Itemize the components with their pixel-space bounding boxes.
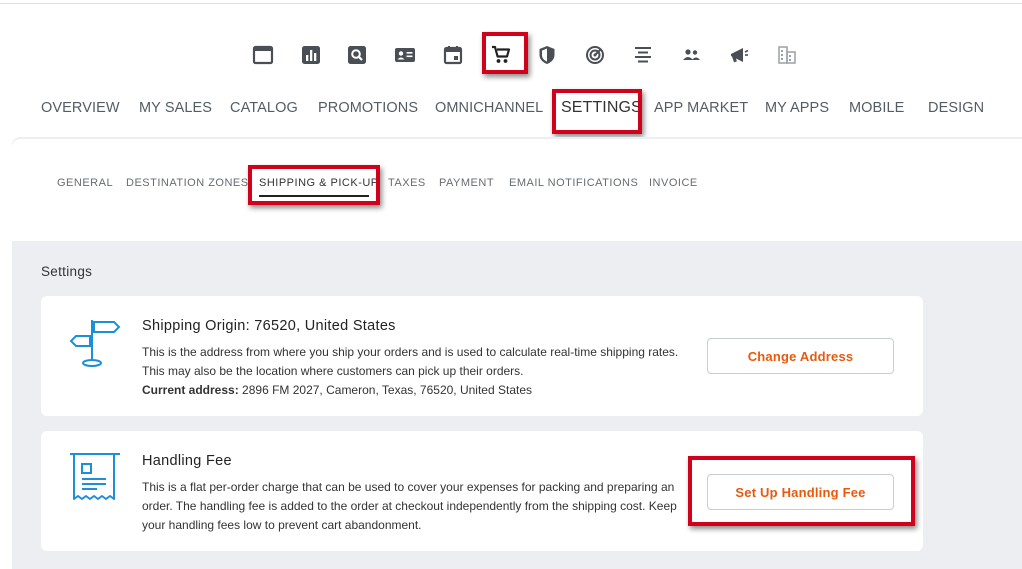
target-icon[interactable] — [578, 38, 612, 72]
nav-promotions[interactable]: PROMOTIONS — [318, 100, 418, 116]
subnav-invoice[interactable]: INVOICE — [649, 177, 698, 189]
settings-sub-nav: GENERAL DESTINATION ZONES SHIPPING & PIC… — [0, 177, 1022, 197]
shipping-origin-description: This is the address from where you ship … — [142, 343, 687, 400]
nav-app-market[interactable]: APP MARKET — [654, 100, 748, 116]
nav-overview[interactable]: OVERVIEW — [41, 100, 120, 116]
megaphone-icon[interactable] — [722, 38, 756, 72]
calendar-icon[interactable] — [436, 38, 470, 72]
nav-catalog[interactable]: CATALOG — [230, 100, 298, 116]
shopping-cart-icon[interactable] — [484, 38, 518, 72]
shipping-origin-card: Shipping Origin: 76520, United States Th… — [41, 296, 923, 416]
building-icon[interactable] — [770, 38, 804, 72]
shipping-origin-title: Shipping Origin: 76520, United States — [142, 318, 396, 334]
shield-icon[interactable] — [530, 38, 564, 72]
contact-card-icon[interactable] — [388, 38, 422, 72]
nav-my-sales[interactable]: MY SALES — [139, 100, 212, 116]
nav-my-apps[interactable]: MY APPS — [765, 100, 829, 116]
subnav-destination-zones[interactable]: DESTINATION ZONES — [126, 177, 249, 189]
search-icon[interactable] — [340, 38, 374, 72]
current-address-value: 2896 FM 2027, Cameron, Texas, 76520, Uni… — [242, 383, 532, 397]
shipping-origin-text: This is the address from where you ship … — [142, 345, 679, 378]
nav-settings[interactable]: SETTINGS — [561, 99, 642, 117]
signpost-icon — [68, 316, 122, 373]
top-icon-toolbar — [0, 38, 1022, 72]
receipt-icon — [69, 451, 121, 510]
subnav-email-notifications[interactable]: EMAIL NOTIFICATIONS — [509, 177, 638, 189]
handling-fee-title: Handling Fee — [142, 453, 232, 469]
subnav-taxes[interactable]: TAXES — [388, 177, 426, 189]
change-address-button[interactable]: Change Address — [707, 338, 894, 374]
window-icon[interactable] — [246, 38, 280, 72]
subnav-payment[interactable]: PAYMENT — [439, 177, 494, 189]
nav-omnichannel[interactable]: OMNICHANNEL — [435, 100, 543, 116]
nav-design[interactable]: DESIGN — [928, 100, 984, 116]
current-address-label: Current address: — [142, 383, 239, 397]
people-icon[interactable] — [674, 38, 708, 72]
align-center-icon[interactable] — [626, 38, 660, 72]
subnav-shipping-pickup[interactable]: SHIPPING & PICK-UP — [259, 177, 379, 189]
handling-fee-description: This is a flat per-order charge that can… — [142, 480, 677, 532]
set-up-handling-fee-button[interactable]: Set Up Handling Fee — [707, 474, 894, 510]
top-divider — [0, 3, 1022, 4]
handling-fee-card: Handling Fee This is a flat per-order ch… — [41, 431, 923, 551]
bar-chart-icon[interactable] — [294, 38, 328, 72]
active-tab-underline — [259, 195, 369, 197]
section-title: Settings — [41, 264, 93, 279]
main-nav: OVERVIEW MY SALES CATALOG PROMOTIONS OMN… — [0, 99, 1022, 122]
subnav-general[interactable]: GENERAL — [57, 177, 113, 189]
nav-mobile[interactable]: MOBILE — [849, 100, 904, 116]
